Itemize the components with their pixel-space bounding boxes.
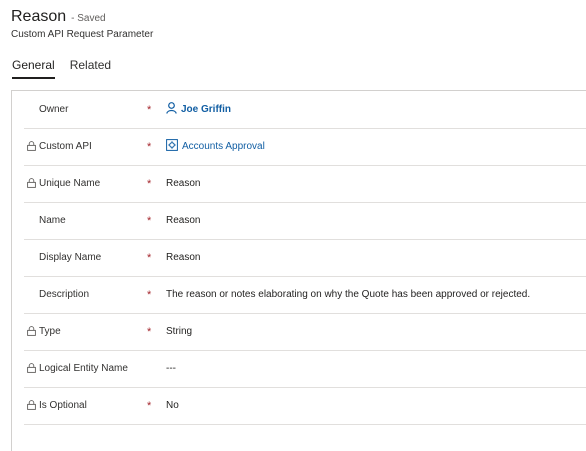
logical-entity-name-value: --- xyxy=(166,363,176,374)
field-label-owner: Owner xyxy=(39,103,69,115)
type-value: String xyxy=(166,326,193,337)
display-name-field[interactable]: Reason xyxy=(166,252,200,263)
entity-record-icon xyxy=(166,139,178,154)
form-header: Reason - Saved Custom API Request Parame… xyxy=(11,8,153,40)
required-indicator: * xyxy=(147,177,152,190)
field-label-custom-api: Custom API xyxy=(27,128,92,164)
is-optional-value: No xyxy=(166,400,179,411)
person-icon xyxy=(166,102,177,117)
custom-api-lookup-value[interactable]: Accounts Approval xyxy=(166,139,265,154)
description-field[interactable]: The reason or notes elaborating on why t… xyxy=(166,289,530,300)
lock-icon xyxy=(27,400,36,410)
unique-name-value: Reason xyxy=(166,178,201,189)
tab-general[interactable]: General xyxy=(12,58,55,79)
field-label-description: Description xyxy=(39,288,90,300)
name-field[interactable]: Reason xyxy=(166,215,200,226)
lock-icon xyxy=(27,141,36,151)
field-label-logical-entity-name: Logical Entity Name xyxy=(27,350,128,386)
field-row-logical-entity-name: Logical Entity Name --- xyxy=(24,350,586,388)
required-indicator: * xyxy=(147,251,152,264)
field-label-type: Type xyxy=(27,313,61,349)
tab-related[interactable]: Related xyxy=(70,58,111,79)
lock-icon xyxy=(27,363,36,373)
field-row-type: Type * String xyxy=(24,313,586,351)
field-label-is-optional: Is Optional xyxy=(27,387,87,423)
field-row-owner: Owner * Joe Griffin xyxy=(24,91,586,129)
lock-icon xyxy=(27,326,36,336)
required-indicator: * xyxy=(147,399,152,412)
field-label-unique-name: Unique Name xyxy=(27,165,100,201)
required-indicator: * xyxy=(147,140,152,153)
required-indicator: * xyxy=(147,214,152,227)
field-row-is-optional: Is Optional * No xyxy=(24,387,586,425)
save-status: - Saved xyxy=(71,13,106,24)
field-label-display-name: Display Name xyxy=(39,251,102,263)
required-indicator: * xyxy=(147,325,152,338)
lock-icon xyxy=(27,178,36,188)
field-row-name: Name * Reason xyxy=(24,202,586,240)
general-section: Owner * Joe Griffin Custom API * Account… xyxy=(11,90,586,451)
required-indicator: * xyxy=(147,103,152,116)
field-row-display-name: Display Name * Reason xyxy=(24,239,586,277)
entity-type-label: Custom API Request Parameter xyxy=(11,29,154,40)
field-row-unique-name: Unique Name * Reason xyxy=(24,165,586,203)
tab-list: General Related xyxy=(12,58,126,79)
record-title: Reason xyxy=(11,8,67,25)
field-label-name: Name xyxy=(39,214,66,226)
owner-lookup-value[interactable]: Joe Griffin xyxy=(166,102,231,117)
required-indicator: * xyxy=(147,288,152,301)
field-row-custom-api: Custom API * Accounts Approval xyxy=(24,128,586,166)
field-row-description: Description * The reason or notes elabor… xyxy=(24,276,586,314)
